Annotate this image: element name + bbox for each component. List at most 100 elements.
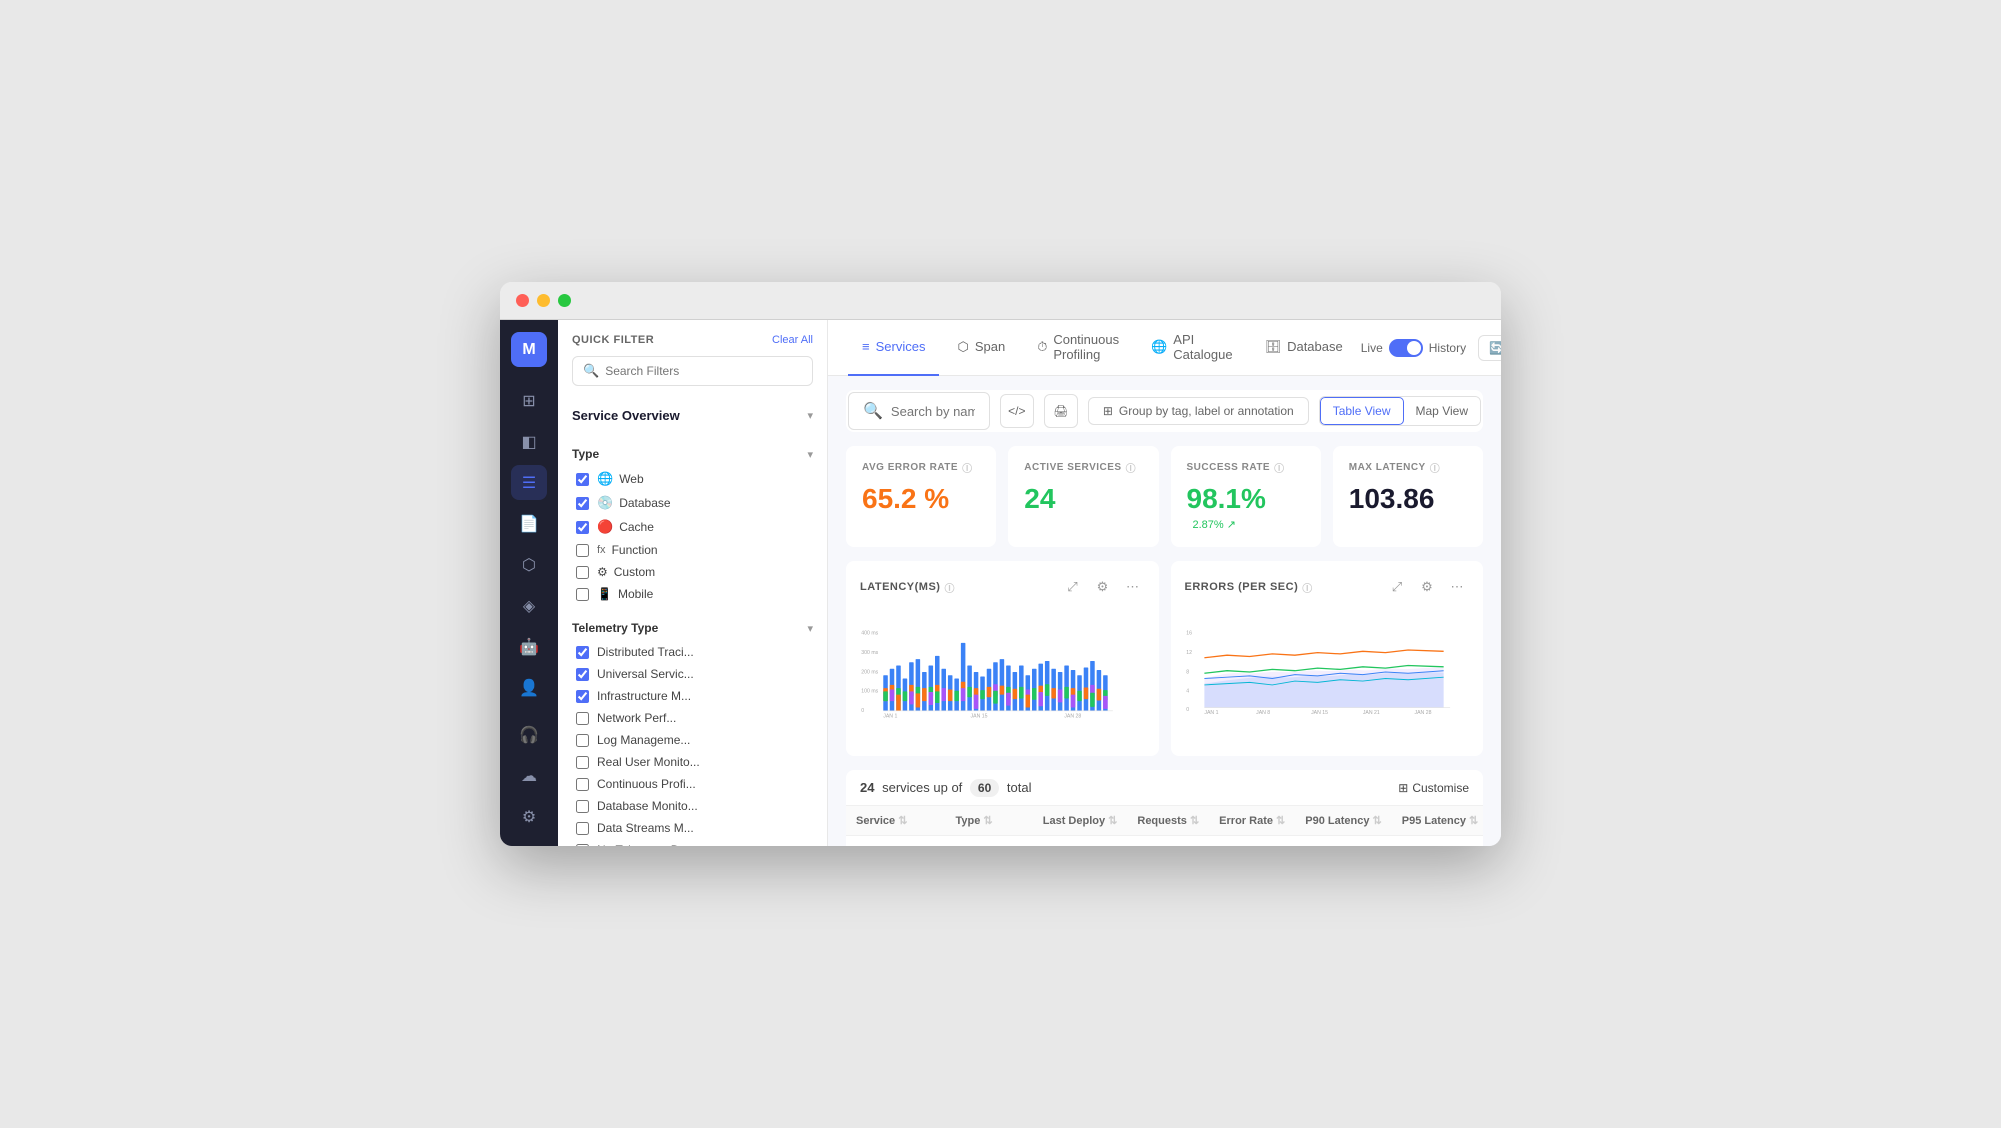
close-button[interactable] bbox=[516, 294, 529, 307]
service-overview-section[interactable]: Service Overview ▾ bbox=[572, 400, 813, 431]
success-rate-value: 98.1% 2.87% ↗ bbox=[1187, 483, 1305, 533]
filter-errors-button[interactable]: ⚙ bbox=[1415, 575, 1439, 599]
sidebar-icon-person[interactable]: 👤 bbox=[511, 670, 547, 705]
active-services-label: ACTIVE SERVICES ⓘ bbox=[1024, 460, 1142, 475]
sidebar-icon-list[interactable]: ☰ bbox=[511, 465, 547, 500]
distributed-checkbox[interactable] bbox=[576, 646, 589, 659]
minimize-button[interactable] bbox=[537, 294, 550, 307]
svg-text:100 ms: 100 ms bbox=[861, 689, 878, 695]
rum-checkbox[interactable] bbox=[576, 756, 589, 769]
db-monitor-label: Database Monito... bbox=[597, 799, 698, 813]
type-section-header[interactable]: Type ▾ bbox=[572, 441, 813, 467]
expand-errors-button[interactable]: ⤢ bbox=[1385, 575, 1409, 599]
tab-api-catalogue[interactable]: 🌐 API Catalogue bbox=[1137, 320, 1246, 376]
errors-chart-title: ERRORS (PER SEC) ⓘ bbox=[1185, 580, 1313, 595]
sidebar-icon-document[interactable]: 📄 bbox=[511, 506, 547, 541]
live-toggle: Live History bbox=[1361, 339, 1466, 357]
sidebar-icon-headset[interactable]: 🎧 bbox=[511, 717, 547, 752]
search-field[interactable] bbox=[891, 404, 975, 419]
data-streams-checkbox[interactable] bbox=[576, 822, 589, 835]
database-label: 💿 Database bbox=[597, 495, 671, 511]
stat-active-services: ACTIVE SERVICES ⓘ 24 bbox=[1008, 446, 1158, 547]
span-tab-label: Span bbox=[975, 339, 1005, 354]
tab-continuous-profiling[interactable]: ⏱ Continuous Profiling bbox=[1023, 320, 1133, 376]
database-tab-label: Database bbox=[1287, 339, 1343, 354]
active-services-value: 24 bbox=[1024, 483, 1142, 515]
more-errors-button[interactable]: ⋯ bbox=[1445, 575, 1469, 599]
mobile-checkbox[interactable] bbox=[576, 588, 589, 601]
custom-checkbox[interactable] bbox=[576, 566, 589, 579]
sidebar-icon-monitor[interactable]: ⬡ bbox=[511, 547, 547, 582]
sidebar-icon-settings[interactable]: ⚙ bbox=[511, 799, 547, 834]
group-by-button[interactable]: ⊞ Group by tag, label or annotation bbox=[1088, 397, 1309, 425]
svg-text:4: 4 bbox=[1186, 689, 1189, 695]
errors-chart-actions: ⤢ ⚙ ⋯ bbox=[1385, 575, 1469, 599]
sidebar-icon-chart[interactable]: ◈ bbox=[511, 588, 547, 623]
cache-checkbox[interactable] bbox=[576, 521, 589, 534]
tab-span[interactable]: ⬡ Span bbox=[943, 320, 1019, 376]
sidebar-icon-cloud[interactable]: ☁ bbox=[511, 758, 547, 793]
universal-checkbox[interactable] bbox=[576, 668, 589, 681]
svg-text:JAN 8: JAN 8 bbox=[1256, 710, 1270, 716]
services-table-card: 24 services up of 60 total ⊞ Customise bbox=[846, 770, 1483, 846]
success-rate-badge: 2.87% ↗ bbox=[1193, 519, 1236, 531]
log-checkbox[interactable] bbox=[576, 734, 589, 747]
database-checkbox[interactable] bbox=[576, 497, 589, 510]
web-label: 🌐 Web bbox=[597, 471, 644, 487]
tab-database[interactable]: 🗄 Database bbox=[1251, 320, 1357, 376]
latency-chart-svg: 400 ms 300 ms 200 ms 100 ms 0 bbox=[860, 607, 1145, 737]
continuous-label: Continuous Profi... bbox=[597, 777, 696, 791]
main-content: ≡ Services ⬡ Span ⏱ Continuous Profiling… bbox=[828, 320, 1501, 846]
latency-chart-actions: ⤢ ⚙ ⋯ bbox=[1061, 575, 1145, 599]
group-icon: ⊞ bbox=[1103, 404, 1113, 418]
api-tab-icon: 🌐 bbox=[1151, 339, 1167, 355]
sidebar-icon-grid[interactable]: ◧ bbox=[511, 424, 547, 459]
stat-avg-error-rate: AVG ERROR RATE ⓘ 65.2 % bbox=[846, 446, 996, 547]
col-type: Type ⇅ bbox=[945, 806, 1032, 836]
expand-latency-button[interactable]: ⤢ bbox=[1061, 575, 1085, 599]
services-tab-icon: ≡ bbox=[862, 339, 870, 354]
code-view-button[interactable]: </> bbox=[1000, 394, 1034, 428]
web-checkbox[interactable] bbox=[576, 473, 589, 486]
p90-cell: 39.5 ms bbox=[1295, 836, 1391, 847]
filter-search-field[interactable] bbox=[605, 364, 802, 378]
update-icon: 🔄 bbox=[1489, 341, 1501, 355]
top-nav: ≡ Services ⬡ Span ⏱ Continuous Profiling… bbox=[828, 320, 1501, 376]
sidebar-icon-robot[interactable]: 🤖 bbox=[511, 629, 547, 664]
api-tab-label: API Catalogue bbox=[1173, 332, 1232, 362]
svg-text:12: 12 bbox=[1186, 650, 1192, 656]
sidebar-icon-home[interactable]: ⊞ bbox=[511, 383, 547, 418]
no-telemetry-label: No Telemetry Data bbox=[597, 843, 696, 846]
map-view-button[interactable]: Map View bbox=[1404, 397, 1480, 425]
continuous-checkbox[interactable] bbox=[576, 778, 589, 791]
update-button[interactable]: 🔄 Update bbox=[1478, 335, 1501, 361]
print-button[interactable]: 🖨 bbox=[1044, 394, 1078, 428]
maximize-button[interactable] bbox=[558, 294, 571, 307]
no-telemetry-checkbox[interactable] bbox=[576, 844, 589, 847]
network-checkbox[interactable] bbox=[576, 712, 589, 725]
filter-latency-button[interactable]: ⚙ bbox=[1091, 575, 1115, 599]
table-view-button[interactable]: Table View bbox=[1320, 397, 1404, 425]
main-search-input[interactable]: 🔍 bbox=[848, 392, 990, 430]
live-switch[interactable] bbox=[1389, 339, 1423, 357]
info-icon-latency: ⓘ bbox=[944, 580, 955, 595]
table-count-info: 24 services up of 60 total bbox=[860, 780, 1031, 795]
customise-button[interactable]: ⊞ Customise bbox=[1398, 781, 1469, 795]
telemetry-section-header[interactable]: Telemetry Type ▾ bbox=[572, 615, 813, 641]
history-label: History bbox=[1429, 341, 1466, 355]
search-filter-input[interactable]: 🔍 bbox=[572, 356, 813, 386]
more-latency-button[interactable]: ⋯ bbox=[1121, 575, 1145, 599]
svg-text:0: 0 bbox=[1186, 707, 1189, 713]
db-monitor-checkbox[interactable] bbox=[576, 800, 589, 813]
function-checkbox[interactable] bbox=[576, 544, 589, 557]
last-deploy-cell: - bbox=[1033, 836, 1128, 847]
max-latency-label: MAX LATENCY ⓘ bbox=[1349, 460, 1467, 475]
infrastructure-label: Infrastructure M... bbox=[597, 689, 691, 703]
profiling-tab-label: Continuous Profiling bbox=[1053, 332, 1119, 362]
tab-services[interactable]: ≡ Services bbox=[848, 320, 939, 376]
clear-all-button[interactable]: Clear All bbox=[772, 334, 813, 346]
infrastructure-checkbox[interactable] bbox=[576, 690, 589, 703]
p95-cell: 39.5 ms bbox=[1392, 836, 1483, 847]
services-table: Service ⇅ Type ⇅ Last Deploy ⇅ Requests … bbox=[846, 806, 1483, 846]
filter-item-custom: ⚙ Custom bbox=[572, 561, 813, 583]
